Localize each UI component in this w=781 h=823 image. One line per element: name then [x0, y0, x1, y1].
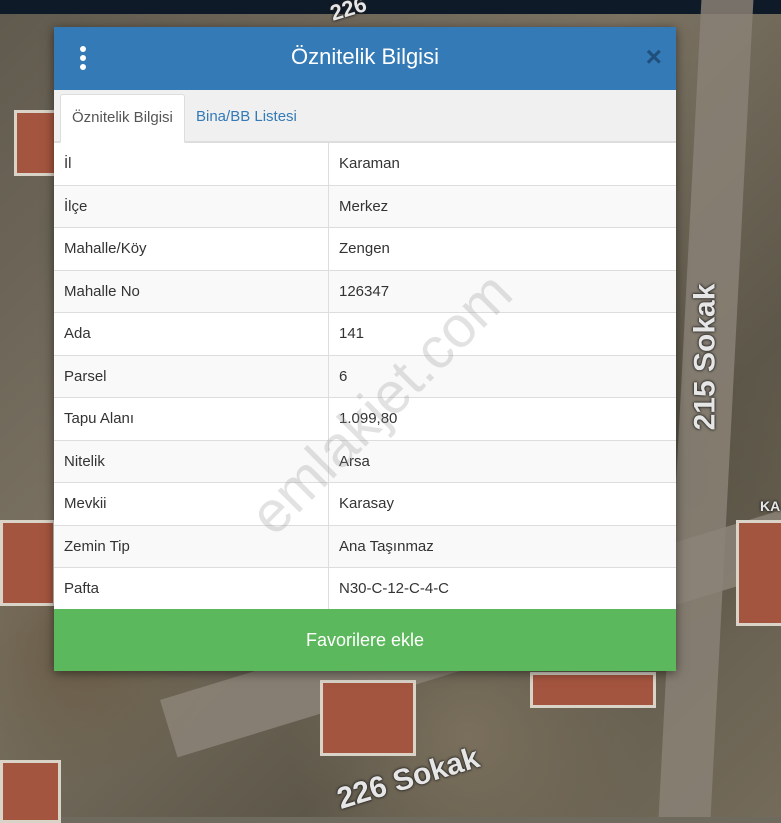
attribute-value: Karaman: [328, 142, 676, 185]
table-row: Ada 141: [54, 312, 676, 355]
house: [530, 672, 656, 708]
attribute-value: Karasay: [328, 482, 676, 525]
attribute-key: Mahalle No: [54, 269, 329, 313]
table-row: Parsel 6: [54, 354, 676, 398]
tab-attribute-info[interactable]: Öznitelik Bilgisi: [60, 94, 185, 143]
table-row: Pafta N30-C-12-C-4-C: [54, 567, 676, 610]
attribute-value: 6: [328, 354, 676, 398]
attribute-value: Zengen: [328, 227, 676, 270]
house: [0, 760, 61, 823]
attribute-key: İl: [54, 142, 329, 185]
table-row: İlçe Merkez: [54, 184, 676, 228]
attribute-value: 126347: [328, 269, 676, 313]
attribute-key: Ada: [54, 312, 329, 355]
attribute-key: Nitelik: [54, 439, 329, 483]
add-favorite-button[interactable]: Favorilere ekle: [54, 609, 676, 671]
attribute-key: Mevkii: [54, 482, 329, 525]
attribute-key: Pafta: [54, 567, 329, 610]
attribute-key: Parsel: [54, 354, 329, 398]
attribute-key: İlçe: [54, 184, 329, 228]
house: [320, 680, 416, 756]
attribute-key: Mahalle/Köy: [54, 227, 329, 270]
table-row: Mahalle No 126347: [54, 269, 676, 313]
table-row: Nitelik Arsa: [54, 439, 676, 483]
road-label-215: 215 Sokak: [688, 283, 722, 431]
table-row: Tapu Alanı 1.099,80: [54, 397, 676, 440]
table-row: Mahalle/Köy Zengen: [54, 227, 676, 270]
attribute-value: Arsa: [328, 439, 676, 483]
attribute-key: Tapu Alanı: [54, 397, 329, 440]
table-row: Mevkii Karasay: [54, 482, 676, 525]
attribute-dialog: Öznitelik Bilgisi × Öznitelik Bilgisi Bi…: [54, 27, 676, 671]
close-icon[interactable]: ×: [646, 41, 662, 73]
attribute-value: 1.099,80: [328, 397, 676, 440]
table-row: Zemin Tip Ana Taşınmaz: [54, 524, 676, 568]
dialog-header: Öznitelik Bilgisi ×: [54, 27, 676, 90]
attribute-key: Zemin Tip: [54, 524, 329, 568]
table-row: İl Karaman: [54, 142, 676, 185]
attribute-table: İl Karaman İlçe Merkez Mahalle/Köy Zengen Maha…: [54, 142, 676, 610]
attribute-value: N30-C-12-C-4-C: [328, 567, 676, 610]
dialog-title: Öznitelik Bilgisi: [291, 44, 439, 69]
attribute-value: Merkez: [328, 184, 676, 228]
top-bar: [0, 0, 781, 14]
tab-bar: Öznitelik Bilgisi Bina/BB Listesi: [54, 90, 676, 143]
road-label-ka: KA: [760, 498, 781, 514]
house: [736, 520, 781, 626]
attribute-value: 141: [328, 312, 676, 355]
tab-building-list[interactable]: Bina/BB Listesi: [185, 94, 308, 140]
attribute-value: Ana Taşınmaz: [328, 524, 676, 568]
house: [0, 520, 56, 606]
